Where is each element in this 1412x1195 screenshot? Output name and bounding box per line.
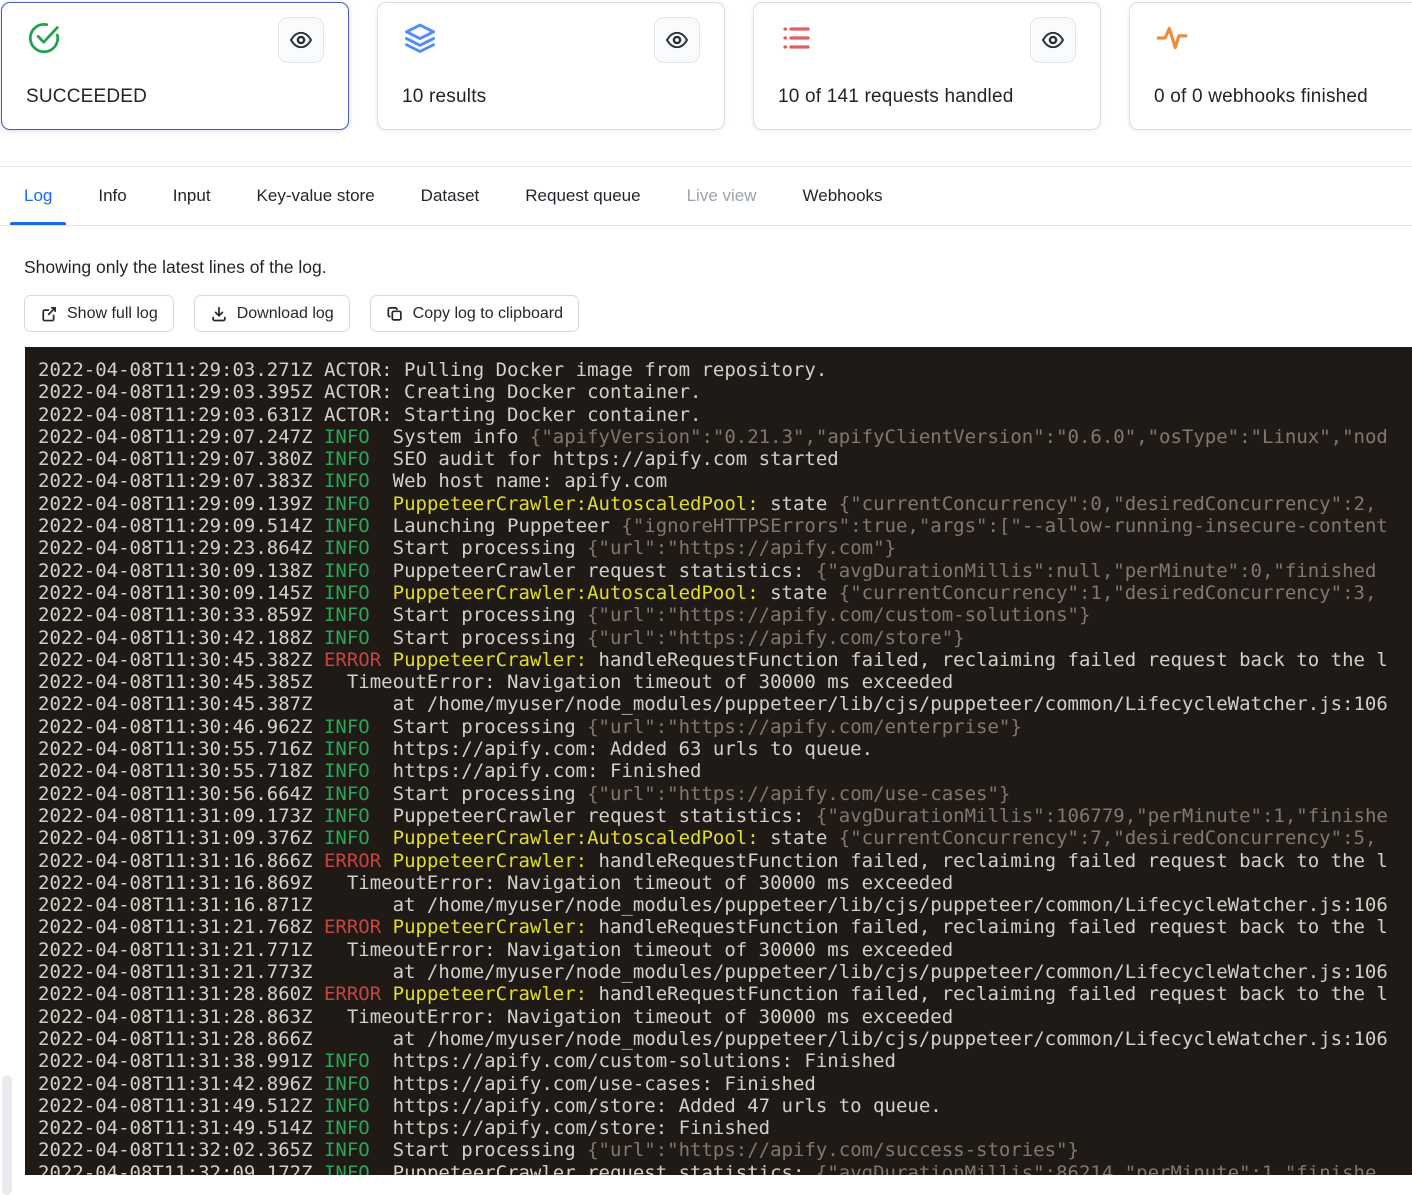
log-line: 2022-04-08T11:31:16.866Z ERROR Puppeteer…	[38, 850, 1412, 872]
log-line: 2022-04-08T11:30:33.859Z INFO Start proc…	[38, 604, 1412, 626]
button-label: Download log	[237, 305, 334, 323]
tab-dataset[interactable]: Dataset	[421, 167, 480, 225]
log-line: 2022-04-08T11:31:09.173Z INFO PuppeteerC…	[38, 805, 1412, 827]
eye-icon	[1041, 28, 1065, 52]
log-line: 2022-04-08T11:29:03.271Z ACTOR: Pulling …	[38, 359, 1412, 381]
tab-log[interactable]: Log	[24, 167, 52, 225]
eye-icon	[665, 28, 689, 52]
log-line: 2022-04-08T11:32:02.365Z INFO Start proc…	[38, 1139, 1412, 1161]
log-line: 2022-04-08T11:30:09.138Z INFO PuppeteerC…	[38, 560, 1412, 582]
external-link-icon	[40, 305, 58, 323]
log-line: 2022-04-08T11:31:09.376Z INFO PuppeteerC…	[38, 827, 1412, 849]
status-card-label: 10 results	[402, 86, 486, 108]
status-card-run-status: SUCCEEDED	[1, 2, 349, 130]
log-line: 2022-04-08T11:30:45.382Z ERROR Puppeteer…	[38, 649, 1412, 671]
status-card-results: 10 results	[377, 2, 725, 130]
status-card-requests: 10 of 141 requests handled	[753, 2, 1101, 130]
status-card-label: 10 of 141 requests handled	[778, 86, 1014, 108]
tab-webhooks[interactable]: Webhooks	[803, 167, 883, 225]
log-line: 2022-04-08T11:31:28.863Z TimeoutError: N…	[38, 1006, 1412, 1028]
log-line: 2022-04-08T11:31:28.866Z at /home/myuser…	[38, 1028, 1412, 1050]
log-line: 2022-04-08T11:29:09.139Z INFO PuppeteerC…	[38, 493, 1412, 515]
log-line: 2022-04-08T11:31:49.514Z INFO https://ap…	[38, 1117, 1412, 1139]
status-card-label: 0 of 0 webhooks finished	[1154, 86, 1368, 108]
show-full-log-button[interactable]: Show full log	[24, 295, 174, 332]
log-line: 2022-04-08T11:31:21.771Z TimeoutError: N…	[38, 939, 1412, 961]
layers-icon	[402, 20, 438, 56]
list-icon	[778, 20, 814, 56]
check-circle-icon	[26, 20, 62, 56]
log-line: 2022-04-08T11:30:46.962Z INFO Start proc…	[38, 716, 1412, 738]
activity-icon	[1154, 20, 1190, 56]
eye-button[interactable]	[1030, 17, 1076, 63]
tab-key-value-store[interactable]: Key-value store	[257, 167, 375, 225]
tab-bar: Log Info Input Key-value store Dataset R…	[0, 166, 1412, 226]
log-line: 2022-04-08T11:31:38.991Z INFO https://ap…	[38, 1050, 1412, 1072]
eye-icon	[289, 28, 313, 52]
log-line: 2022-04-08T11:30:55.716Z INFO https://ap…	[38, 738, 1412, 760]
copy-log-button[interactable]: Copy log to clipboard	[370, 295, 579, 332]
log-line: 2022-04-08T11:29:23.864Z INFO Start proc…	[38, 537, 1412, 559]
log-line: 2022-04-08T11:31:21.768Z ERROR Puppeteer…	[38, 916, 1412, 938]
tab-live-view[interactable]: Live view	[687, 167, 757, 225]
log-line: 2022-04-08T11:31:28.860Z ERROR Puppeteer…	[38, 983, 1412, 1005]
log-terminal[interactable]: 2022-04-08T11:29:03.271Z ACTOR: Pulling …	[25, 347, 1412, 1175]
copy-icon	[386, 305, 404, 323]
status-card-label: SUCCEEDED	[26, 86, 147, 108]
tab-input[interactable]: Input	[173, 167, 211, 225]
log-line: 2022-04-08T11:29:07.380Z INFO SEO audit …	[38, 448, 1412, 470]
log-line: 2022-04-08T11:31:49.512Z INFO https://ap…	[38, 1095, 1412, 1117]
download-log-button[interactable]: Download log	[194, 295, 350, 332]
page-scrollbar-thumb[interactable]	[2, 1075, 12, 1195]
log-line: 2022-04-08T11:30:56.664Z INFO Start proc…	[38, 783, 1412, 805]
log-line: 2022-04-08T11:30:42.188Z INFO Start proc…	[38, 627, 1412, 649]
log-line: 2022-04-08T11:29:09.514Z INFO Launching …	[38, 515, 1412, 537]
download-icon	[210, 305, 228, 323]
log-line: 2022-04-08T11:32:09.172Z INFO PuppeteerC…	[38, 1162, 1412, 1175]
eye-button[interactable]	[654, 17, 700, 63]
log-line: 2022-04-08T11:30:45.387Z at /home/myuser…	[38, 693, 1412, 715]
log-line: 2022-04-08T11:31:42.896Z INFO https://ap…	[38, 1073, 1412, 1095]
tab-request-queue[interactable]: Request queue	[525, 167, 640, 225]
log-line: 2022-04-08T11:30:45.385Z TimeoutError: N…	[38, 671, 1412, 693]
log-line: 2022-04-08T11:29:07.383Z INFO Web host n…	[38, 470, 1412, 492]
eye-button[interactable]	[278, 17, 324, 63]
log-line: 2022-04-08T11:30:09.145Z INFO PuppeteerC…	[38, 582, 1412, 604]
log-line: 2022-04-08T11:29:03.395Z ACTOR: Creating…	[38, 381, 1412, 403]
log-line: 2022-04-08T11:31:21.773Z at /home/myuser…	[38, 961, 1412, 983]
log-line: 2022-04-08T11:31:16.871Z at /home/myuser…	[38, 894, 1412, 916]
log-line: 2022-04-08T11:30:55.718Z INFO https://ap…	[38, 760, 1412, 782]
button-label: Copy log to clipboard	[413, 305, 563, 323]
tab-info[interactable]: Info	[98, 167, 126, 225]
log-note: Showing only the latest lines of the log…	[24, 257, 1412, 278]
button-label: Show full log	[67, 305, 158, 323]
log-line: 2022-04-08T11:31:16.869Z TimeoutError: N…	[38, 872, 1412, 894]
log-line: 2022-04-08T11:29:03.631Z ACTOR: Starting…	[38, 404, 1412, 426]
status-cards-row: SUCCEEDED 10 results	[0, 0, 1412, 130]
log-line: 2022-04-08T11:29:07.247Z INFO System inf…	[38, 426, 1412, 448]
log-actions-row: Show full log Download log Copy log to c…	[24, 295, 1412, 332]
status-card-webhooks: 0 of 0 webhooks finished	[1129, 2, 1412, 130]
